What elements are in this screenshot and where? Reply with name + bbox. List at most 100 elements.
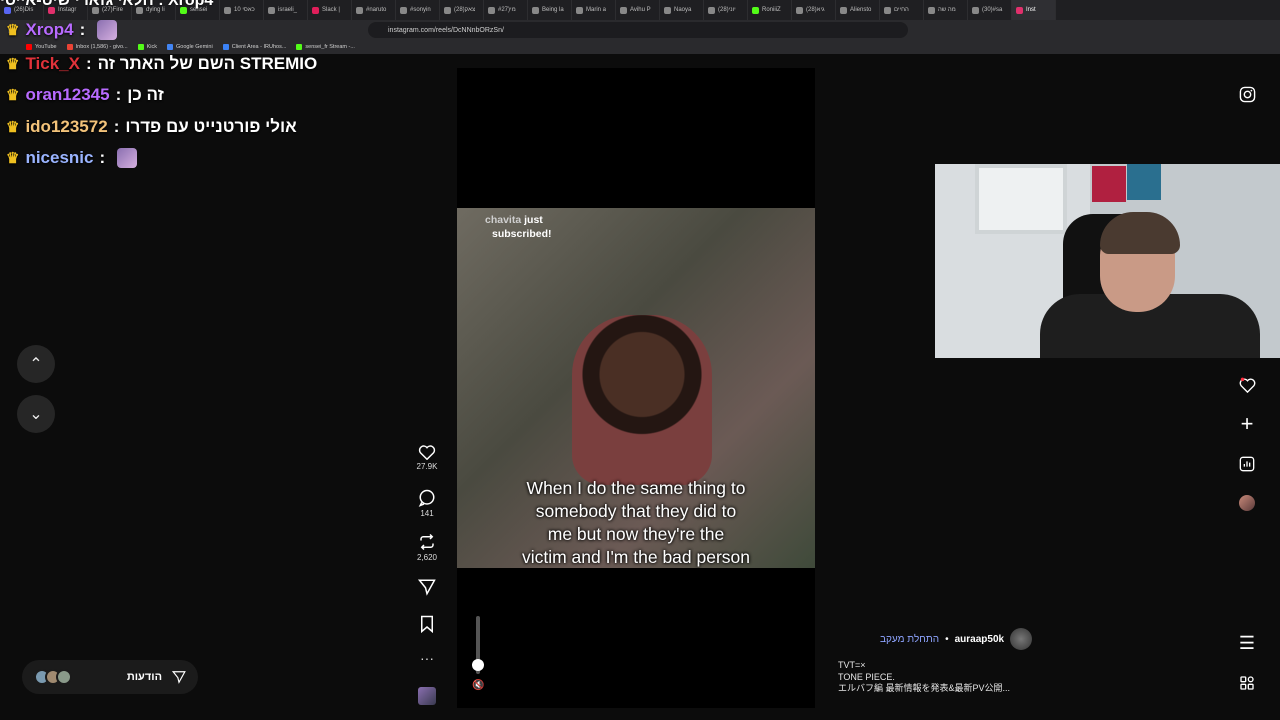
tab-label: כאסי 10 bbox=[234, 7, 255, 13]
account-avatar[interactable] bbox=[1010, 628, 1033, 650]
crown-badge-icon: ♛ bbox=[6, 119, 20, 136]
bookmark-item[interactable]: Client Area - IRUhos... bbox=[222, 44, 287, 50]
account-name[interactable]: auraap50k bbox=[955, 634, 1004, 645]
bookmark-item[interactable]: Inbox (1,586) - givo... bbox=[66, 44, 128, 50]
bookmark-label: sensei_fr Stream -... bbox=[305, 44, 355, 50]
bookmark-item[interactable]: Kick bbox=[137, 44, 157, 50]
like-count: 27.9K bbox=[416, 462, 438, 471]
volume-slider-knob[interactable] bbox=[472, 659, 484, 672]
reel-caption[interactable]: TVT=× TONE PIECE. エルバフ編 最新情報を発表&最新PV公開..… bbox=[838, 660, 1010, 695]
tab-label: #naruto bbox=[366, 7, 387, 13]
browser-tab[interactable]: RoniiiZ bbox=[748, 0, 792, 20]
browser-tab[interactable]: Slack | bbox=[308, 0, 352, 20]
tab-favicon-icon bbox=[488, 6, 495, 14]
room-window bbox=[975, 164, 1067, 234]
browser-tab[interactable]: Aliensto bbox=[836, 0, 880, 20]
browser-tab[interactable]: Avihu P bbox=[616, 0, 660, 20]
instagram-logo[interactable] bbox=[1232, 79, 1262, 109]
notifications-nav[interactable] bbox=[1232, 370, 1262, 400]
browser-tab[interactable]: israeli_ bbox=[264, 0, 308, 20]
repost-icon bbox=[420, 533, 434, 551]
browser-tab[interactable]: Being la bbox=[528, 0, 572, 20]
bookmark-label: Kick bbox=[146, 44, 157, 50]
tab-label: Slack | bbox=[322, 7, 340, 13]
browser-tab[interactable]: #naruto bbox=[352, 0, 396, 20]
more-icon: ··· bbox=[420, 650, 434, 666]
chart-icon bbox=[1239, 456, 1255, 472]
address-bar[interactable]: instagram.com/reels/DcNNnbORzSn/ bbox=[368, 22, 908, 38]
chat-message: ♛ Xrop4: bbox=[6, 20, 118, 40]
browser-tab[interactable]: (28)יוני bbox=[704, 0, 748, 20]
insights-nav[interactable] bbox=[1232, 449, 1262, 479]
mute-icon[interactable]: 🔇 bbox=[472, 680, 484, 691]
tab-label: Naoya bbox=[674, 7, 692, 13]
subtitle-line: somebody that they did to bbox=[535, 501, 737, 521]
browser-tab[interactable]: (30)#sa bbox=[968, 0, 1012, 20]
bookmark-icon bbox=[421, 615, 433, 633]
browser-tab[interactable]: Naoya bbox=[660, 0, 704, 20]
browser-tab[interactable]: מה שה bbox=[924, 0, 968, 20]
chat-message: ♛ nicesnic: bbox=[6, 148, 138, 168]
chat-emote-icon bbox=[117, 148, 138, 168]
volume-slider[interactable] bbox=[470, 612, 486, 682]
tab-favicon-icon bbox=[444, 6, 451, 14]
repost-count: 2,620 bbox=[416, 553, 438, 562]
more-menu-nav[interactable]: ☰ bbox=[1232, 628, 1262, 658]
reel-account[interactable]: התחלת מעקב • auraap50k bbox=[880, 628, 1033, 650]
browser-tab[interactable]: כאסי 10 bbox=[220, 0, 264, 20]
caption-line: TONE PIECE. bbox=[838, 671, 895, 682]
alert-username: chavita bbox=[485, 214, 522, 226]
chat-message: ♛ oran12345: זה כן bbox=[6, 85, 164, 105]
bookmark-favicon-icon bbox=[66, 44, 73, 50]
chat-message: ♛ Tick_X: השם של האתר זה STREMIO bbox=[6, 54, 317, 74]
browser-tab[interactable]: #sonyin bbox=[396, 0, 440, 20]
browser-tab[interactable]: Inst bbox=[1012, 0, 1056, 20]
bookmark-item[interactable]: Google Gemini bbox=[167, 44, 213, 50]
comment-count: 141 bbox=[420, 509, 434, 518]
plus-icon: + bbox=[1240, 411, 1254, 436]
heart-icon bbox=[418, 445, 436, 460]
bookmark-label: YouTube bbox=[35, 44, 57, 50]
chat-text: אולי פורטנייט עם פדרו bbox=[125, 117, 297, 136]
browser-tab[interactable]: החיים bbox=[880, 0, 924, 20]
tab-favicon-icon bbox=[972, 6, 979, 14]
bookmark-favicon-icon bbox=[137, 44, 144, 50]
also-from-meta-nav[interactable] bbox=[1232, 668, 1262, 698]
share-button[interactable] bbox=[410, 578, 444, 598]
follow-status[interactable]: התחלת מעקב bbox=[880, 634, 939, 645]
chat-emote-icon bbox=[97, 20, 118, 40]
overlay-top-text: חלאי גזארי שיט-אייסי : Xrop4 bbox=[0, 0, 214, 9]
repost-button[interactable]: 2,620 bbox=[410, 533, 444, 562]
bookmark-favicon-icon bbox=[222, 44, 229, 50]
comment-button[interactable]: 141 bbox=[410, 489, 444, 518]
bookmark-item[interactable]: YouTube bbox=[26, 44, 57, 50]
bookmark-label: Client Area - IRUhos... bbox=[231, 44, 287, 50]
tab-label: RoniiiZ bbox=[762, 7, 781, 13]
crown-badge-icon: ♛ bbox=[6, 56, 20, 73]
browser-tab[interactable]: #27)מי bbox=[484, 0, 528, 20]
tab-favicon-icon bbox=[268, 6, 275, 14]
apps-icon bbox=[1240, 676, 1254, 690]
browser-tab[interactable]: (28)צאק bbox=[440, 0, 484, 20]
tab-favicon-icon bbox=[576, 6, 583, 14]
like-button[interactable]: 27.9K bbox=[410, 444, 444, 471]
tab-favicon-icon bbox=[1016, 6, 1023, 14]
bookmark-favicon-icon bbox=[167, 44, 173, 50]
audio-thumbnail[interactable] bbox=[418, 687, 436, 705]
bookmark-item[interactable]: sensei_fr Stream -... bbox=[296, 44, 355, 50]
streamer-webcam bbox=[935, 164, 1280, 358]
more-options-button[interactable]: ··· bbox=[410, 650, 444, 666]
chat-username: nicesnic bbox=[25, 148, 94, 167]
wall-poster bbox=[1092, 166, 1126, 202]
browser-tab[interactable]: Marin a bbox=[572, 0, 616, 20]
create-nav[interactable]: + bbox=[1232, 409, 1262, 439]
previous-reel-button[interactable]: ⌃ bbox=[17, 345, 55, 383]
next-reel-button[interactable]: ⌄ bbox=[17, 395, 55, 433]
tab-label: מה שה bbox=[938, 7, 956, 13]
messages-button[interactable]: הודעות bbox=[22, 660, 198, 694]
browser-tab[interactable]: (28)גיא bbox=[792, 0, 836, 20]
tab-favicon-icon bbox=[224, 6, 231, 14]
tab-favicon-icon bbox=[312, 6, 319, 14]
save-button[interactable] bbox=[410, 615, 444, 635]
profile-nav[interactable] bbox=[1232, 488, 1262, 518]
